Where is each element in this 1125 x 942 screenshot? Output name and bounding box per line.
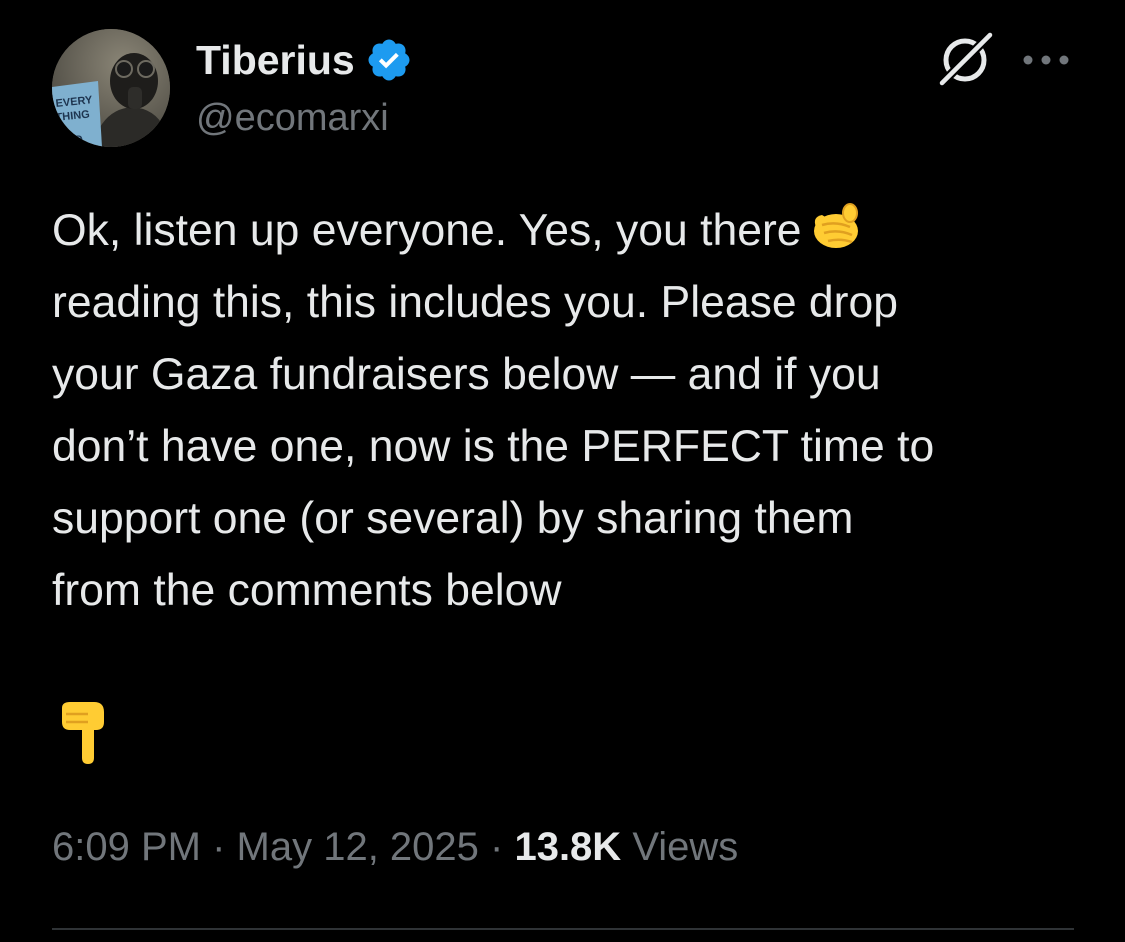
tweet-text-rest: reading this, this includes you. Please …: [52, 278, 935, 615]
display-name[interactable]: Tiberius: [196, 36, 355, 84]
tweet-meta: 6:09 PM · May 12, 2025 · 13.8K Views: [52, 822, 738, 872]
grok-icon[interactable]: [934, 30, 996, 90]
avatar[interactable]: EVERY THING KED: [52, 29, 170, 147]
tweet-date[interactable]: May 12, 2025: [237, 825, 479, 869]
views-label: Views: [632, 825, 739, 869]
views-count[interactable]: 13.8K: [514, 825, 621, 869]
tweet-text: Ok, listen up everyone. Yes, you there r…: [52, 195, 1092, 627]
author-name-row[interactable]: Tiberius: [196, 36, 413, 84]
more-icon[interactable]: [1022, 52, 1070, 68]
user-handle[interactable]: @ecomarxi: [196, 95, 389, 141]
tweet-time[interactable]: 6:09 PM: [52, 825, 201, 869]
verified-badge-icon[interactable]: [365, 36, 413, 84]
meta-separator: ·: [200, 825, 237, 869]
pointing-down-emoji-icon: [62, 702, 104, 764]
meta-separator: ·: [478, 825, 515, 869]
tweet-text-line-1: Ok, listen up everyone. Yes, you there: [52, 206, 802, 255]
svg-text:KED: KED: [59, 134, 83, 147]
pointing-at-viewer-emoji-icon: [813, 203, 858, 248]
divider: [52, 928, 1074, 930]
